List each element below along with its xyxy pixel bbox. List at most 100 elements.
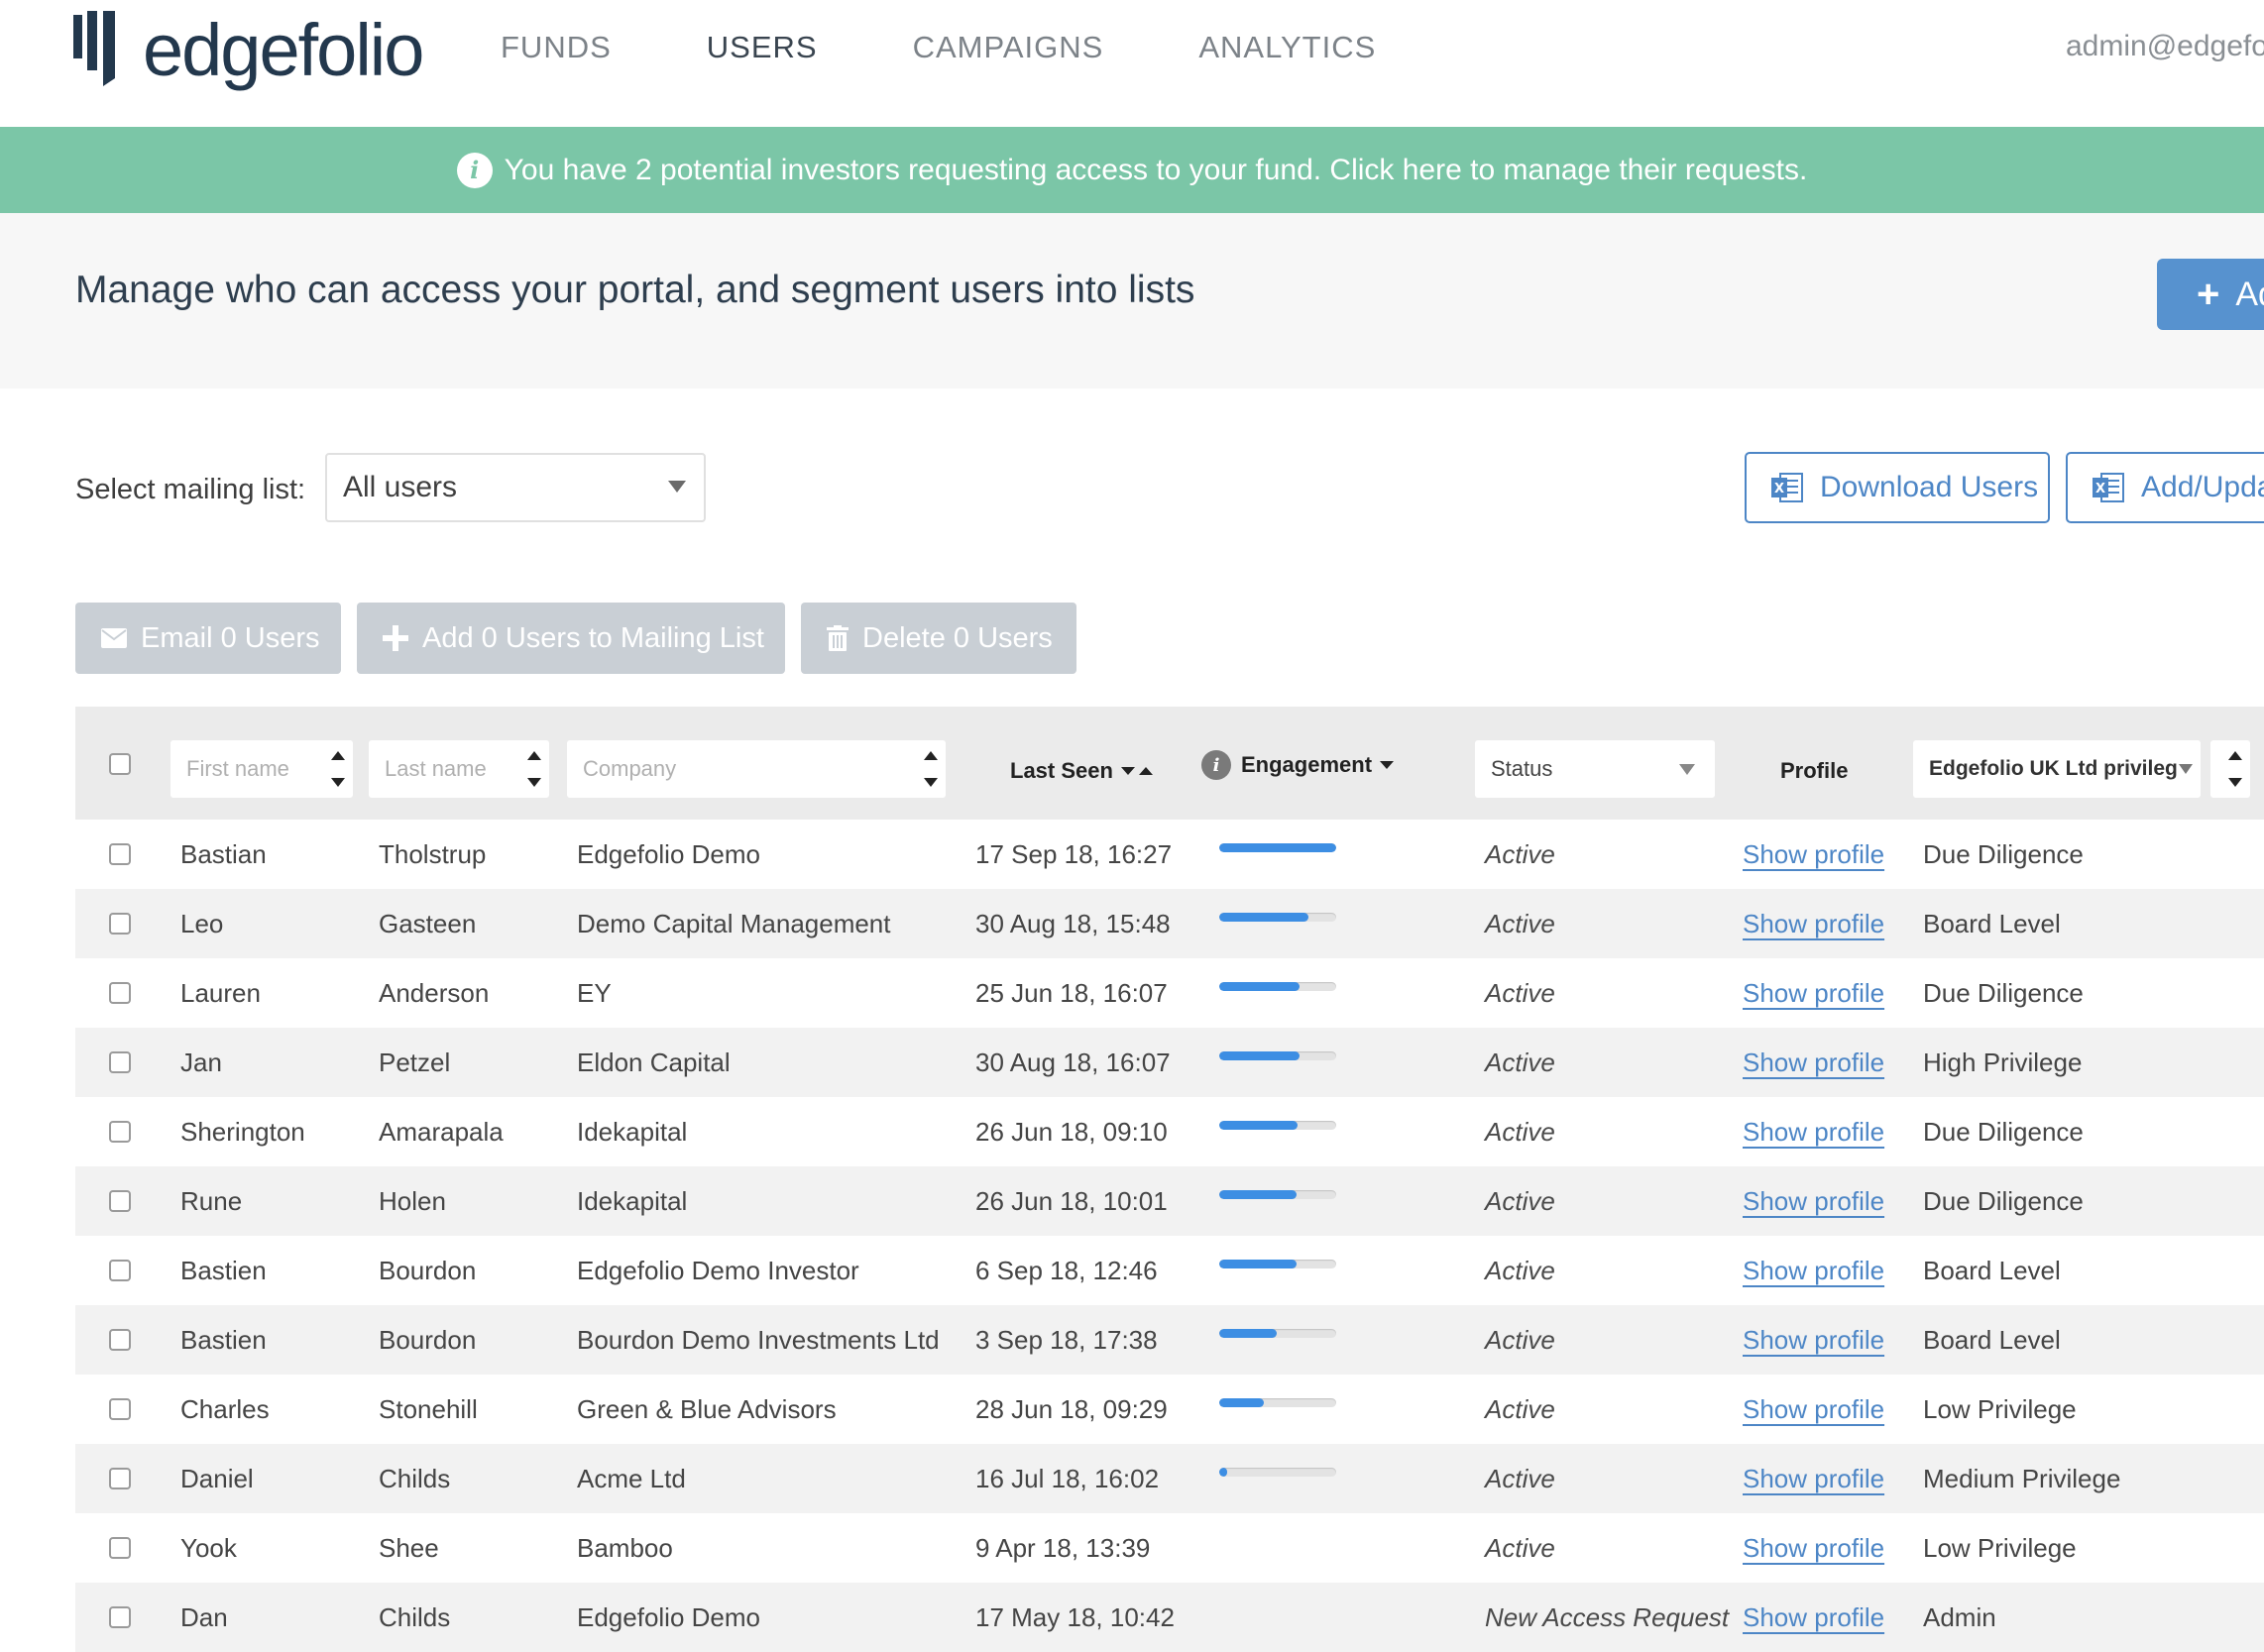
- show-profile-link[interactable]: Show profile: [1743, 1583, 1884, 1652]
- table-row[interactable]: Yook Shee Bamboo 9 Apr 18, 13:39 Active …: [75, 1513, 2264, 1583]
- company-filter[interactable]: Company: [567, 740, 946, 798]
- mailing-list-select[interactable]: All users: [325, 453, 706, 522]
- show-profile-link[interactable]: Show profile: [1743, 1166, 1884, 1236]
- engagement-header[interactable]: i Engagement: [1201, 750, 1395, 780]
- table-row[interactable]: Bastian Tholstrup Edgefolio Demo 17 Sep …: [75, 820, 2264, 889]
- info-icon: i: [1201, 750, 1231, 780]
- privilege-cell: Medium Privilege: [1923, 1464, 2121, 1493]
- last-seen-cell: 9 Apr 18, 13:39: [975, 1533, 1151, 1563]
- privilege-cell: Board Level: [1923, 909, 2061, 938]
- engagement-fill: [1219, 1329, 1277, 1338]
- sort-icon[interactable]: [527, 749, 541, 789]
- first-name-placeholder: First name: [186, 756, 289, 781]
- last-seen-cell: 30 Aug 18, 15:48: [975, 909, 1171, 938]
- status-cell: Active: [1485, 1186, 1555, 1216]
- sort-asc-icon: [1138, 767, 1153, 775]
- brand-logo[interactable]: edgefolio: [73, 8, 424, 93]
- privilege-filter[interactable]: Edgefolio UK Ltd privileg: [1913, 740, 2201, 798]
- last-seen-cell: 3 Sep 18, 17:38: [975, 1325, 1158, 1355]
- row-checkbox[interactable]: [109, 1121, 131, 1143]
- table-row[interactable]: Charles Stonehill Green & Blue Advisors …: [75, 1375, 2264, 1444]
- first-name-cell: Dan: [180, 1602, 228, 1632]
- row-checkbox[interactable]: [109, 1260, 131, 1281]
- first-name-cell: Jan: [180, 1047, 222, 1077]
- nav-analytics[interactable]: ANALYTICS: [1198, 30, 1376, 65]
- row-checkbox[interactable]: [109, 1190, 131, 1212]
- nav-users[interactable]: USERS: [707, 30, 818, 65]
- nav-campaigns[interactable]: CAMPAIGNS: [913, 30, 1104, 65]
- row-checkbox[interactable]: [109, 1468, 131, 1489]
- row-checkbox[interactable]: [109, 1051, 131, 1073]
- email-users-button[interactable]: Email 0 Users: [75, 603, 341, 674]
- show-profile-link[interactable]: Show profile: [1743, 1097, 1884, 1166]
- edgefolio-logo-icon: [73, 11, 115, 86]
- privilege-cell: Due Diligence: [1923, 1117, 2084, 1147]
- row-checkbox[interactable]: [109, 1329, 131, 1351]
- table-row[interactable]: Bastien Bourdon Bourdon Demo Investments…: [75, 1305, 2264, 1375]
- select-all-checkbox[interactable]: [109, 753, 131, 775]
- company-cell: Green & Blue Advisors: [577, 1394, 837, 1424]
- delete-users-button[interactable]: Delete 0 Users: [801, 603, 1076, 674]
- row-checkbox[interactable]: [109, 1398, 131, 1420]
- privilege-cell: Low Privilege: [1923, 1533, 2077, 1563]
- download-users-button[interactable]: X Download Users: [1745, 452, 2050, 523]
- show-profile-link[interactable]: Show profile: [1743, 1444, 1884, 1513]
- table-row[interactable]: Lauren Anderson EY 25 Jun 18, 16:07 Acti…: [75, 958, 2264, 1028]
- last-seen-header[interactable]: Last Seen: [1010, 758, 1153, 784]
- show-profile-link[interactable]: Show profile: [1743, 1305, 1884, 1375]
- table-row[interactable]: Dan Childs Edgefolio Demo 17 May 18, 10:…: [75, 1583, 2264, 1652]
- sort-icon[interactable]: [2228, 749, 2242, 789]
- table-row[interactable]: Jan Petzel Eldon Capital 30 Aug 18, 16:0…: [75, 1028, 2264, 1097]
- engagement-bar: [1219, 1051, 1336, 1060]
- info-icon: i: [456, 152, 493, 188]
- engagement-bar: [1219, 1398, 1336, 1407]
- add-user-button[interactable]: + Ad: [2157, 259, 2264, 330]
- row-checkbox[interactable]: [109, 1606, 131, 1628]
- access-request-banner[interactable]: i You have 2 potential investors request…: [0, 127, 2264, 213]
- status-filter[interactable]: Status: [1475, 740, 1715, 798]
- status-cell: Active: [1485, 1464, 1555, 1493]
- row-checkbox[interactable]: [109, 1537, 131, 1559]
- table-row[interactable]: Leo Gasteen Demo Capital Management 30 A…: [75, 889, 2264, 958]
- show-profile-link[interactable]: Show profile: [1743, 820, 1884, 889]
- table-row[interactable]: Daniel Childs Acme Ltd 16 Jul 18, 16:02 …: [75, 1444, 2264, 1513]
- show-profile-link[interactable]: Show profile: [1743, 1375, 1884, 1444]
- privilege-cell: Due Diligence: [1923, 1186, 2084, 1216]
- show-profile-link[interactable]: Show profile: [1743, 958, 1884, 1028]
- engagement-fill: [1219, 1051, 1301, 1060]
- nav-funds[interactable]: FUNDS: [501, 30, 612, 65]
- table-header: First name Last name Company Last Seen i…: [75, 707, 2264, 820]
- status-cell: Active: [1485, 1533, 1555, 1563]
- row-checkbox[interactable]: [109, 913, 131, 935]
- privilege-sort[interactable]: [2210, 740, 2250, 798]
- last-seen-label: Last Seen: [1010, 758, 1113, 783]
- company-cell: Idekapital: [577, 1117, 688, 1147]
- last-name-cell: Bourdon: [379, 1325, 477, 1355]
- show-profile-link[interactable]: Show profile: [1743, 889, 1884, 958]
- status-cell: Active: [1485, 1256, 1555, 1285]
- account-menu[interactable]: admin@edgefol: [2066, 30, 2264, 63]
- show-profile-link[interactable]: Show profile: [1743, 1513, 1884, 1583]
- table-row[interactable]: Bastien Bourdon Edgefolio Demo Investor …: [75, 1236, 2264, 1305]
- sort-desc-icon: [1120, 767, 1135, 775]
- table-row[interactable]: Rune Holen Idekapital 26 Jun 18, 10:01 A…: [75, 1166, 2264, 1236]
- show-profile-link[interactable]: Show profile: [1743, 1028, 1884, 1097]
- company-cell: Bourdon Demo Investments Ltd: [577, 1325, 940, 1355]
- table-row[interactable]: Sherington Amarapala Idekapital 26 Jun 1…: [75, 1097, 2264, 1166]
- plus-icon: +: [2197, 272, 2220, 316]
- privilege-filter-label: Edgefolio UK Ltd privileg: [1929, 757, 2178, 780]
- first-name-cell: Leo: [180, 909, 224, 938]
- last-name-filter[interactable]: Last name: [369, 740, 549, 798]
- status-cell: Active: [1485, 839, 1555, 869]
- sort-icon[interactable]: [331, 749, 345, 789]
- row-checkbox[interactable]: [109, 843, 131, 865]
- sort-icon[interactable]: [924, 749, 938, 789]
- first-name-filter[interactable]: First name: [170, 740, 353, 798]
- row-checkbox[interactable]: [109, 982, 131, 1004]
- delete-users-label: Delete 0 Users: [862, 621, 1053, 654]
- show-profile-link[interactable]: Show profile: [1743, 1236, 1884, 1305]
- add-update-users-button[interactable]: X Add/Upda: [2066, 452, 2264, 523]
- last-name-cell: Bourdon: [379, 1256, 477, 1285]
- last-name-cell: Petzel: [379, 1047, 451, 1077]
- add-to-mailing-list-button[interactable]: Add 0 Users to Mailing List: [357, 603, 785, 674]
